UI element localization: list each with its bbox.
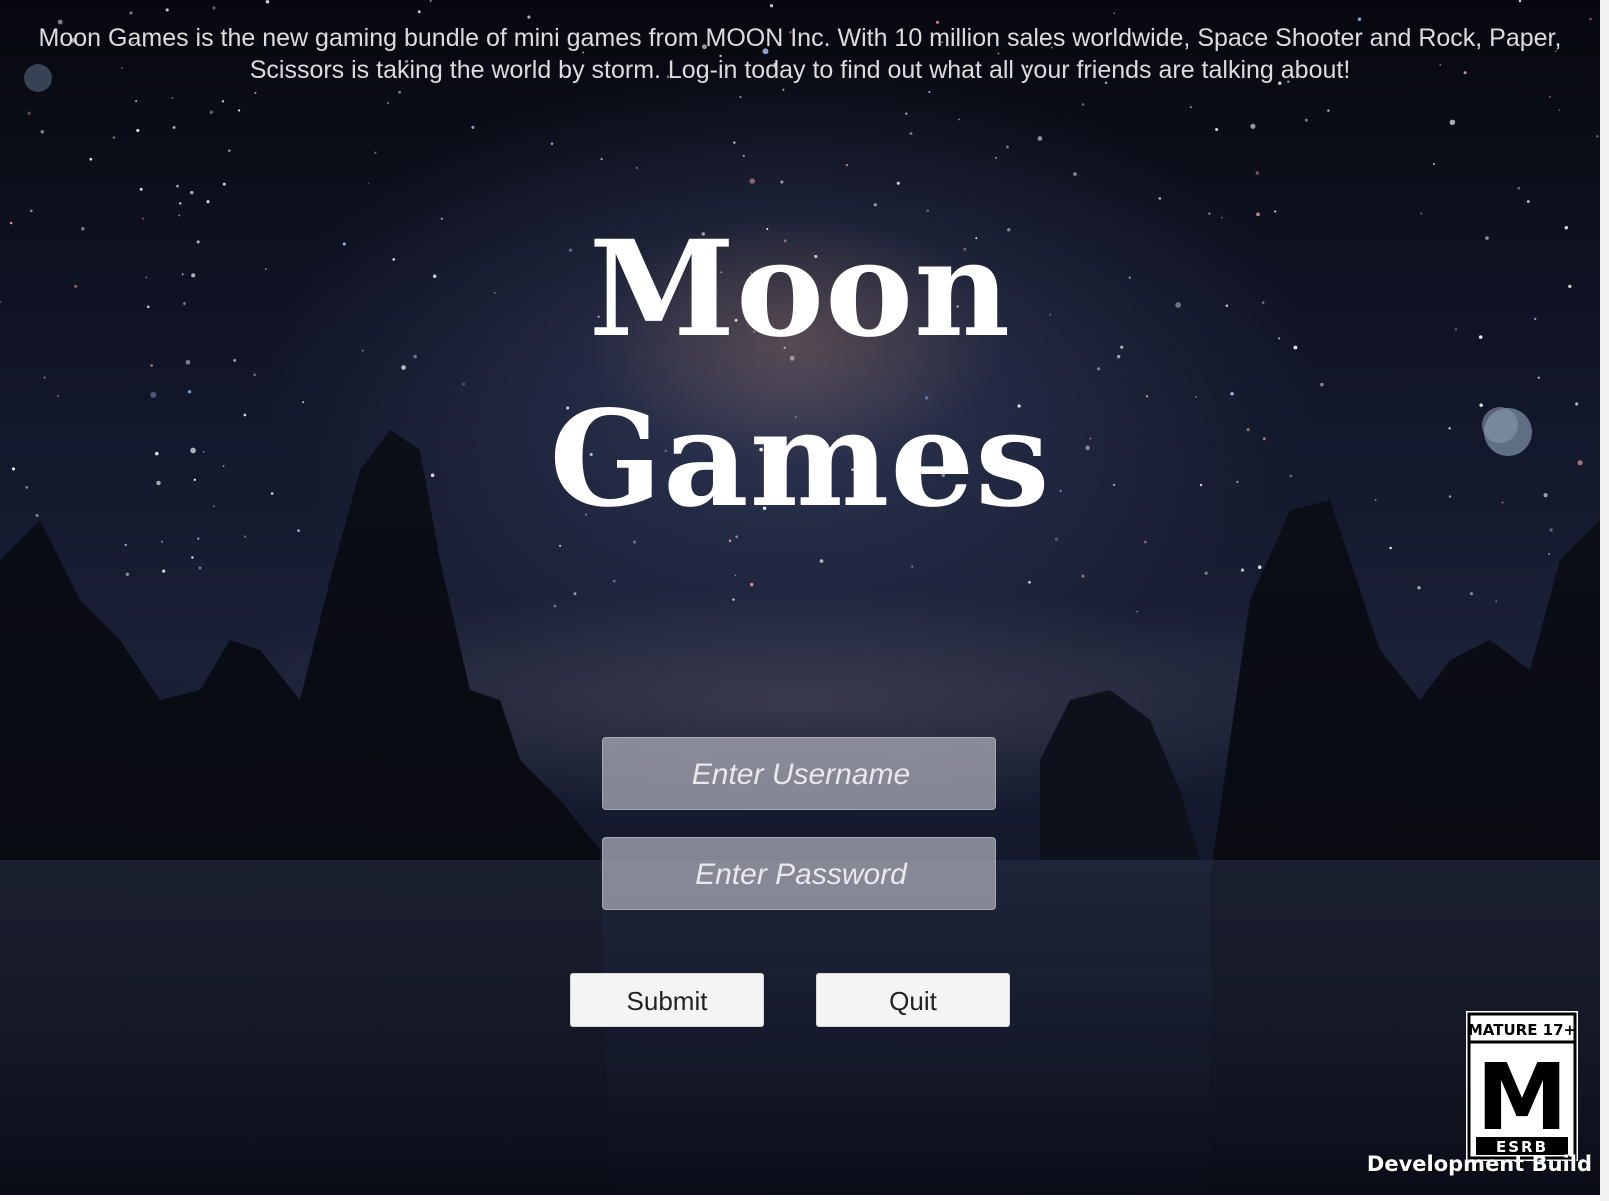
intro-description: Moon Games is the new gaming bundle of m…	[38, 24, 1562, 84]
password-input[interactable]	[603, 838, 999, 911]
quit-button[interactable]: Quit	[816, 973, 1010, 1027]
esrb-mature-rating-icon: MATURE 17+ M ESRB	[1466, 1011, 1578, 1161]
rating-top-text: MATURE 17+	[1468, 1021, 1576, 1039]
game-title-line-1: Moon	[588, 212, 1012, 367]
game-login-screen: Moon Games is the new gaming bundle of m…	[0, 0, 1600, 1195]
rating-letter: M	[1476, 1044, 1568, 1151]
game-title-line-2: Games	[549, 382, 1051, 537]
submit-button[interactable]: Submit	[570, 973, 764, 1027]
development-build-label: Development Build	[1366, 1152, 1592, 1176]
password-field[interactable]	[602, 837, 999, 911]
username-field[interactable]	[602, 737, 999, 811]
rock-silhouettes	[0, 430, 1600, 1195]
window-edge	[1600, 0, 1609, 1201]
game-title: Moon Games	[400, 205, 1200, 545]
username-input[interactable]	[603, 738, 999, 811]
